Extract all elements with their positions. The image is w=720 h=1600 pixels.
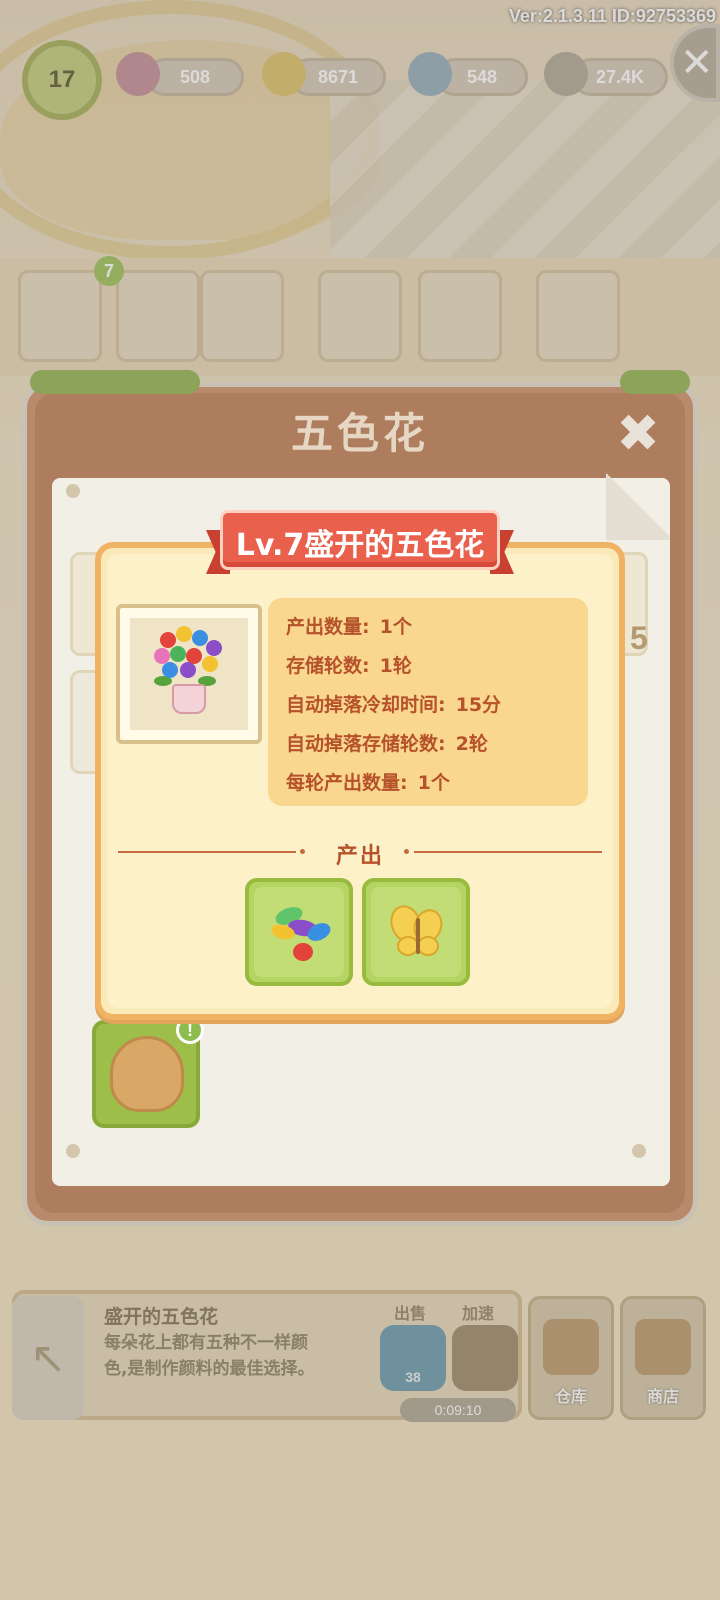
slot-count-label: 5 — [630, 620, 648, 656]
pin-bottom-left — [66, 1144, 80, 1158]
window-leaf-decor-left — [30, 370, 200, 394]
divider-right — [414, 851, 602, 853]
petals-icon — [271, 907, 331, 961]
stat-label: 每轮产出数量: — [286, 772, 408, 794]
stat-label: 自动掉落存储轮数: — [286, 733, 446, 755]
stat-value: 1个 — [417, 772, 450, 794]
pin-bottom-right — [632, 1144, 646, 1158]
seed-alert-icon: ! — [176, 1016, 204, 1044]
stat-label: 自动掉落冷却时间: — [286, 694, 446, 716]
stat-value: 15分 — [455, 694, 502, 716]
stat-per-round-output: 每轮产出数量: 1个 — [286, 768, 450, 795]
stat-label: 存储轮数: — [286, 655, 370, 677]
flower-blue — [192, 630, 208, 646]
flower-yellow — [176, 626, 192, 642]
output-slot-petals[interactable] — [245, 878, 353, 986]
stat-value: 1轮 — [379, 655, 412, 677]
pot — [172, 684, 206, 714]
output-section-label: 产出 — [335, 844, 384, 869]
stat-storage-rounds: 存储轮数: 1轮 — [286, 651, 412, 678]
stat-value: 1个 — [379, 616, 412, 638]
stat-drop-storage: 自动掉落存储轮数: 2轮 — [286, 729, 488, 756]
stat-label: 产出数量: — [286, 616, 370, 638]
butterfly-icon — [390, 905, 443, 956]
flower-red — [160, 632, 176, 648]
paper-fold-corner — [606, 470, 670, 540]
stat-drop-cooldown: 自动掉落冷却时间: 15分 — [286, 690, 501, 717]
window-leaf-decor-right — [620, 370, 690, 394]
output-slot-butterfly[interactable] — [362, 878, 470, 986]
flower-green — [170, 646, 186, 662]
seed-bag-icon — [110, 1036, 184, 1112]
title-ribbon: Lv.7盛开的五色花 — [206, 510, 514, 578]
divider-dot-right — [404, 849, 409, 854]
flower-purple-2 — [180, 662, 196, 678]
window-close-icon[interactable]: ✖ — [610, 406, 666, 462]
stat-output-count: 产出数量: 1个 — [286, 612, 412, 639]
stat-value: 2轮 — [455, 733, 488, 755]
flower-purple — [206, 640, 222, 656]
flower-blue-2 — [162, 662, 178, 678]
pin-top-left — [66, 484, 80, 498]
flower-yellow-2 — [202, 656, 218, 672]
ribbon-title: Lv.7盛开的五色花 — [235, 528, 485, 563]
